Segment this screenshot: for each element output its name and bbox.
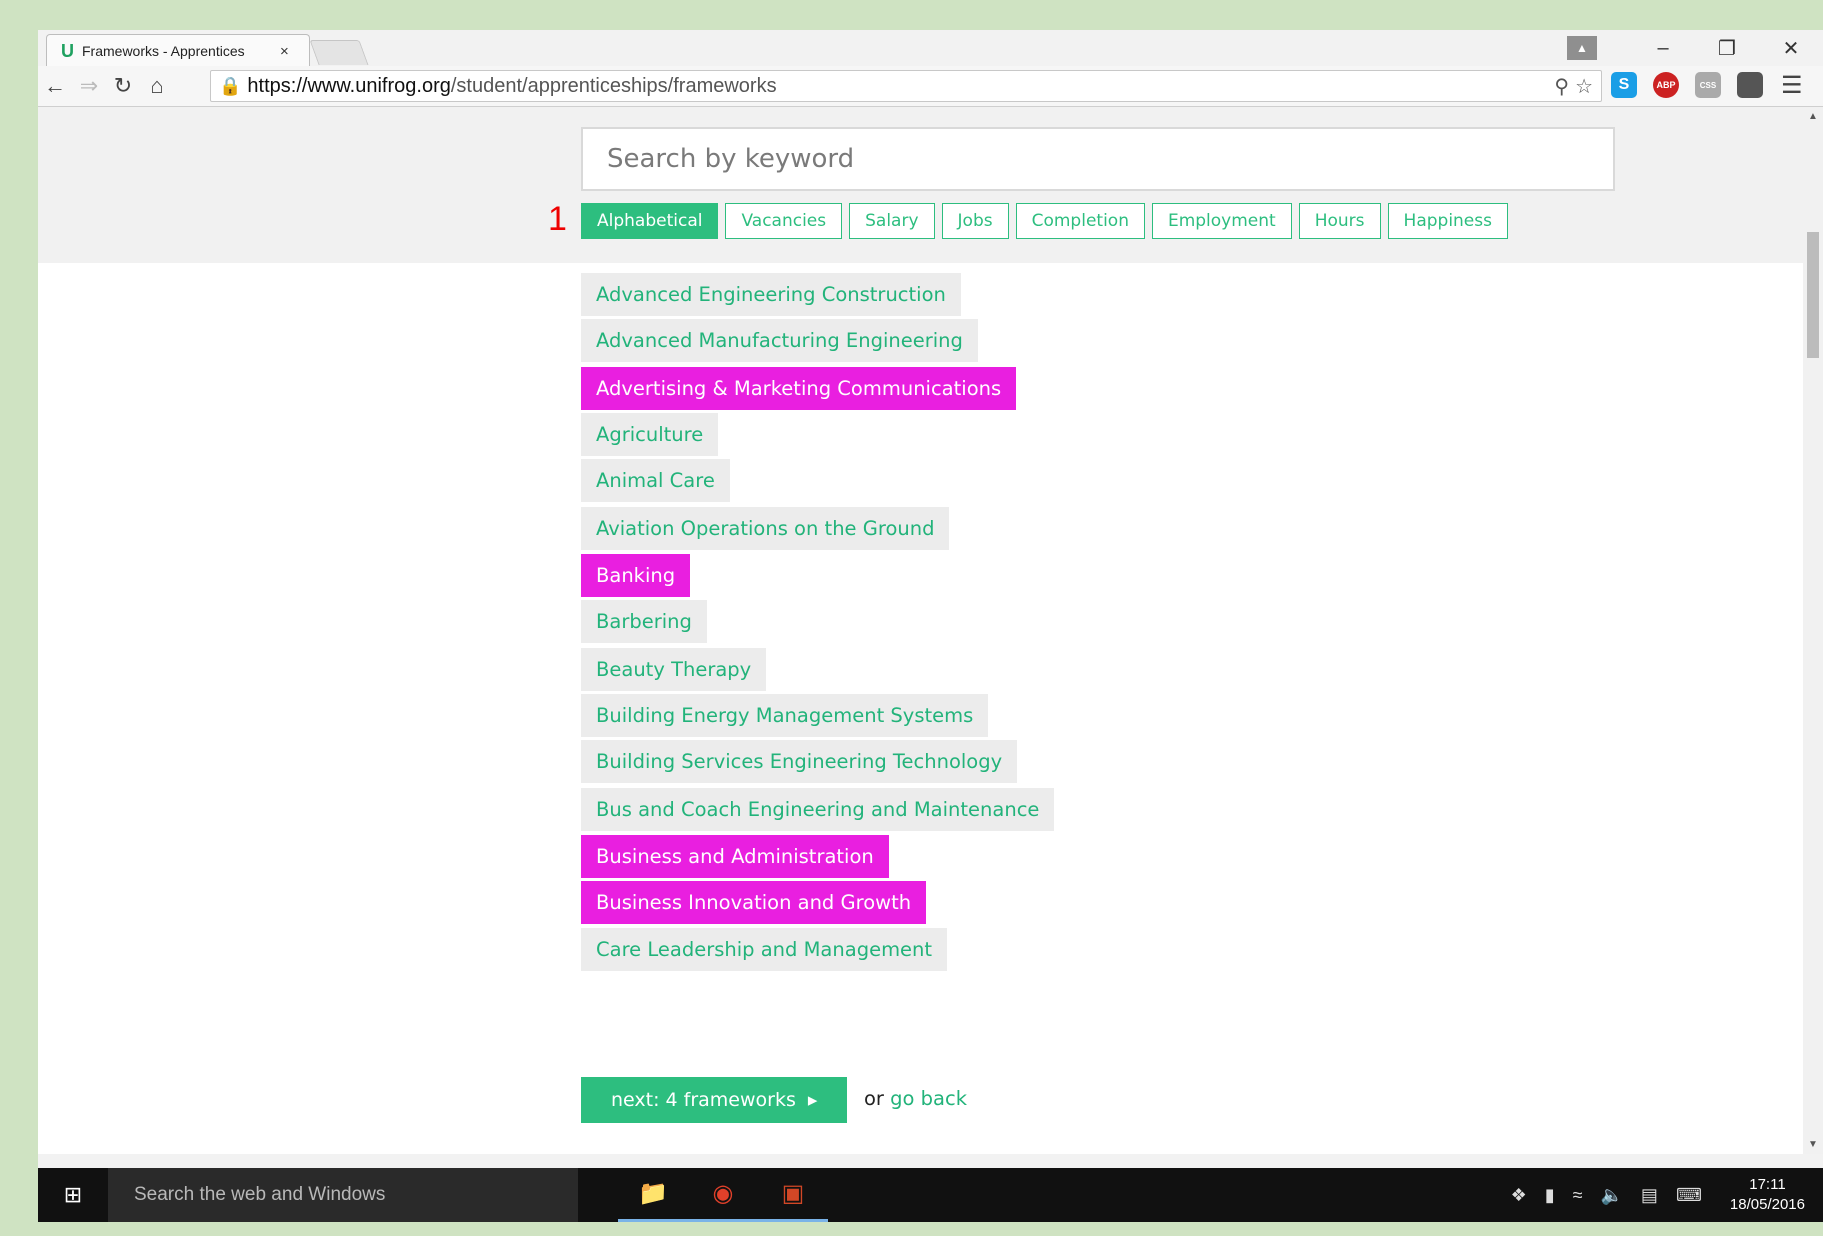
keyword-search-input[interactable] [581, 127, 1615, 191]
sort-tab-employment[interactable]: Employment [1151, 203, 1292, 239]
sort-tab-completion[interactable]: Completion [1015, 203, 1145, 239]
zoom-icon[interactable]: ⚲ [1554, 74, 1569, 99]
clock[interactable]: 17:11 18/05/2016 [1730, 1175, 1805, 1215]
address-bar[interactable]: 🔒 https://www.unifrog.org/student/appren… [210, 70, 1602, 102]
chrome-icon[interactable]: ◉ [688, 1168, 758, 1222]
adblock-icon[interactable]: ABP [1653, 72, 1679, 98]
new-tab-button[interactable] [309, 40, 369, 65]
extensions-area: S ABP CSS ☰ [1603, 70, 1803, 100]
url-host: https://www.unifrog.org [247, 74, 451, 97]
framework-item[interactable]: Beauty Therapy [581, 648, 767, 691]
url-path: /student/apprenticeships/frameworks [450, 74, 777, 97]
framework-item[interactable]: Barbering [581, 600, 707, 643]
sort-tabs: Alphabetical Vacancies Salary Jobs Completio… [581, 203, 1508, 239]
reload-icon[interactable]: ↻ [106, 73, 140, 99]
browser-toolbar: ← ⇒ ↻ ⌂ 🔒 https://www.unifrog.org/studen… [38, 66, 1823, 107]
sort-tab-happiness[interactable]: Happiness [1387, 203, 1508, 239]
css-extension-icon[interactable]: CSS [1695, 72, 1721, 98]
framework-item[interactable]: Care Leadership and Management [581, 928, 948, 971]
system-tray: ❖ ▮ ≈ 🔈 ▤ ⌨ 17:11 18/05/2016 [1511, 1168, 1805, 1222]
sort-tab-vacancies[interactable]: Vacancies [725, 203, 843, 239]
user-profile-icon[interactable]: ▲ [1567, 36, 1597, 60]
sort-tab-jobs[interactable]: Jobs [941, 203, 1009, 239]
restore-icon[interactable]: ❐ [1695, 36, 1759, 61]
extension-icon[interactable] [1737, 72, 1763, 98]
or-label: or [864, 1087, 891, 1110]
framework-list: Advanced Engineering Construction Advance… [581, 273, 1481, 1062]
framework-item[interactable]: Bus and Coach Engineering and Maintenanc… [581, 788, 1055, 831]
framework-item[interactable]: Building Energy Management Systems [581, 694, 989, 737]
next-frameworks-button[interactable]: next: 4 frameworks ▸ [581, 1077, 848, 1123]
dropbox-icon[interactable]: ❖ [1511, 1185, 1527, 1206]
lock-icon: 🔒 [219, 75, 242, 96]
framework-item[interactable]: Advanced Engineering Construction [581, 273, 961, 316]
home-icon[interactable]: ⌂ [140, 73, 174, 99]
next-button-label: next: 4 frameworks [611, 1089, 796, 1111]
battery-icon[interactable]: ▮ [1545, 1185, 1555, 1206]
annotation-marker: 1 [548, 200, 567, 238]
pinned-apps: 📁 ◉ ▣ [618, 1168, 828, 1222]
unifrog-favicon-icon: U [61, 40, 74, 61]
framework-item[interactable]: Banking [581, 554, 691, 597]
omnibox-actions: ⚲ ☆ [1554, 71, 1593, 101]
menu-icon[interactable]: ☰ [1781, 71, 1803, 100]
caret-right-icon: ▸ [807, 1089, 818, 1111]
minimize-icon[interactable]: – [1631, 37, 1695, 60]
scroll-down-icon[interactable]: ▼ [1803, 1139, 1823, 1150]
notification-icon[interactable]: ▤ [1641, 1185, 1658, 1206]
windows-start-icon[interactable]: ⊞ [38, 1182, 108, 1208]
sort-tab-alphabetical[interactable]: Alphabetical [581, 203, 719, 239]
close-window-icon[interactable]: ✕ [1759, 36, 1823, 61]
list-fade-overlay [581, 1023, 1481, 1062]
sort-tab-salary[interactable]: Salary [849, 203, 935, 239]
star-icon[interactable]: ☆ [1575, 74, 1593, 99]
volume-muted-icon[interactable]: 🔈 [1601, 1185, 1623, 1206]
keyboard-icon[interactable]: ⌨ [1676, 1185, 1702, 1206]
framework-item[interactable]: Business and Administration [581, 835, 889, 878]
tab-title: Frameworks - Apprentices [82, 43, 245, 59]
framework-item[interactable]: Advanced Manufacturing Engineering [581, 319, 978, 362]
vertical-scrollbar[interactable]: ▲ ▼ [1803, 107, 1823, 1154]
sort-tab-hours[interactable]: Hours [1298, 203, 1381, 239]
back-arrow-icon[interactable]: ← [38, 73, 72, 99]
browser-window: U Frameworks - Apprentices × ▲ – ❐ ✕ ← ⇒… [38, 30, 1823, 1222]
go-back-text: or go back [864, 1087, 967, 1110]
clock-date: 18/05/2016 [1729, 1196, 1805, 1213]
powerpoint-icon[interactable]: ▣ [758, 1168, 828, 1222]
tab-close-icon[interactable]: × [280, 43, 289, 60]
framework-item[interactable]: Advertising & Marketing Communications [581, 367, 1017, 410]
skype-icon[interactable]: S [1611, 72, 1637, 98]
framework-item[interactable]: Building Services Engineering Technology [581, 740, 1018, 783]
go-back-link[interactable]: go back [890, 1087, 967, 1110]
framework-item[interactable]: Business Innovation and Growth [581, 881, 927, 924]
taskbar-search[interactable]: Search the web and Windows [108, 1168, 578, 1222]
tab-strip: U Frameworks - Apprentices × ▲ – ❐ ✕ [38, 30, 1823, 67]
wifi-icon[interactable]: ≈ [1573, 1185, 1583, 1206]
page-content: 1 AlphabeticalVacanciesSalaryJobsComplet… [38, 107, 1803, 1154]
window-controls: ▲ – ❐ ✕ [1567, 30, 1823, 66]
framework-item[interactable]: Animal Care [581, 459, 730, 502]
forward-arrow-icon[interactable]: ⇒ [72, 73, 106, 99]
windows-taskbar: ⊞ Search the web and Windows 📁 ◉ ▣ ❖ ▮ ≈… [38, 1168, 1823, 1222]
scrollbar-thumb[interactable] [1807, 232, 1819, 358]
file-explorer-icon[interactable]: 📁 [618, 1168, 688, 1222]
url-text: https://www.unifrog.org/student/apprenti… [247, 75, 776, 98]
scroll-up-icon[interactable]: ▲ [1803, 111, 1823, 122]
clock-time: 17:11 [1749, 1176, 1786, 1193]
browser-tab[interactable]: U Frameworks - Apprentices × [46, 34, 310, 67]
framework-item[interactable]: Aviation Operations on the Ground [581, 507, 950, 550]
framework-item[interactable]: Agriculture [581, 413, 719, 456]
